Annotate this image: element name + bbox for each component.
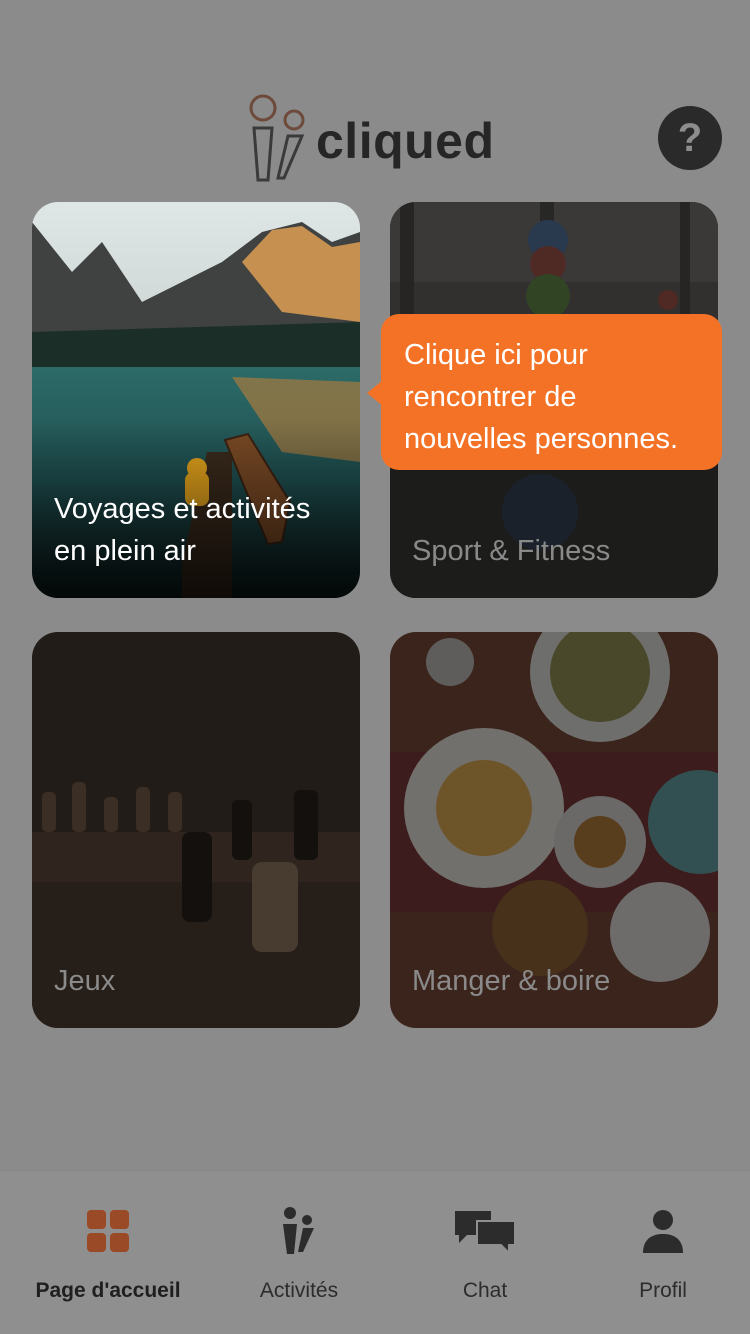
nav-label: Profil xyxy=(639,1279,687,1302)
tooltip-line: nouvelles personnes. xyxy=(404,423,679,455)
nav-label: Chat xyxy=(462,1279,508,1302)
category-label: Sport & Fitness xyxy=(412,535,611,567)
user-icon xyxy=(642,1207,684,1255)
category-label: Manger & boire xyxy=(412,965,611,997)
nav-label: Page d'accueil xyxy=(35,1279,181,1302)
logo: cliqued xyxy=(248,92,508,184)
logo-mark-icon xyxy=(249,94,305,182)
help-icon: ? xyxy=(677,115,703,160)
logo-text: cliqued xyxy=(316,113,495,169)
app-screen: cliqued ? Voyages et activités en plein … xyxy=(0,0,750,1334)
help-button[interactable]: ? xyxy=(658,106,722,170)
nav-item-activities[interactable]: Activités xyxy=(222,1171,376,1334)
category-card-eat-drink[interactable]: Manger & boire xyxy=(390,632,718,1028)
tooltip-line: Clique ici pour xyxy=(404,339,588,371)
chat-bubbles-icon xyxy=(453,1207,517,1255)
people-icon xyxy=(281,1207,317,1255)
category-label: Jeux xyxy=(54,965,116,997)
nav-item-chat[interactable]: Chat xyxy=(410,1171,560,1334)
nav-item-profile[interactable]: Profil xyxy=(590,1171,736,1334)
bottom-navigation: Page d'accueil Activités Chat Profil xyxy=(0,1170,750,1334)
category-card-games[interactable]: Jeux xyxy=(32,632,360,1028)
nav-item-home[interactable]: Page d'accueil xyxy=(20,1171,196,1334)
category-label: Voyages et activités en plein air xyxy=(54,493,311,567)
tooltip-line: rencontrer de xyxy=(404,381,577,413)
onboarding-tooltip[interactable]: Clique ici pour rencontrer de nouvelles … xyxy=(381,314,722,470)
nav-label: Activités xyxy=(259,1279,339,1302)
category-card-travel-outdoor[interactable]: Voyages et activités en plein air xyxy=(32,202,360,598)
grid-icon xyxy=(86,1207,130,1255)
